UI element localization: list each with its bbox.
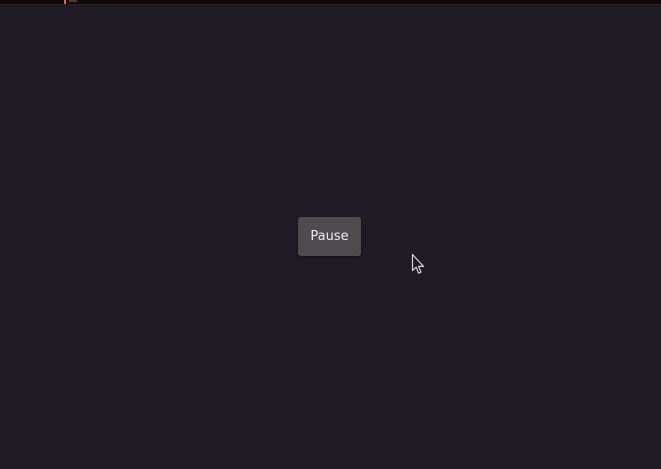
pause-button[interactable]: Pause <box>298 217 361 256</box>
mouse-pointer-icon <box>411 253 425 274</box>
top-bar <box>0 0 661 5</box>
top-bar-indicator <box>69 0 77 2</box>
progress-marker <box>64 0 66 4</box>
